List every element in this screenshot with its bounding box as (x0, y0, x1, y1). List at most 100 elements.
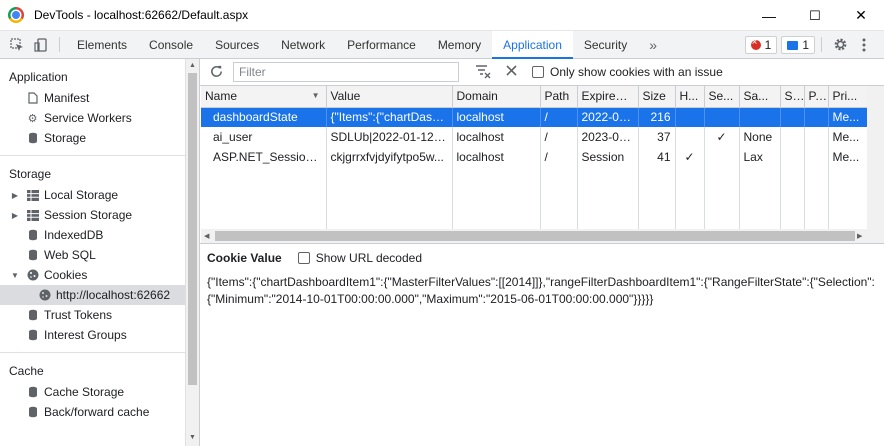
sidebar-item-cookies-origin[interactable]: http://localhost:62662 (0, 285, 185, 305)
toolbar-separator (821, 37, 822, 52)
errors-count: 1 (764, 38, 772, 52)
cookie-value-header: Cookie Value Show URL decoded (207, 251, 422, 265)
collapse-arrow-icon[interactable]: ▼ (10, 271, 20, 280)
column-header[interactable]: P... (804, 86, 829, 108)
tab-memory[interactable]: Memory (427, 31, 492, 58)
sidebar-section-cache: Cache (9, 364, 44, 378)
error-icon (750, 37, 761, 50)
sidebar-item-service-workers[interactable]: ⚙ Service Workers (0, 108, 185, 128)
sidebar-scrollbar[interactable]: ▲ ▼ (185, 59, 199, 446)
show-url-decoded-checkbox[interactable] (297, 252, 310, 264)
table-cell (804, 147, 829, 167)
column-header[interactable]: S... (780, 86, 805, 108)
column-header[interactable]: Expires ... (577, 86, 639, 108)
errors-badge[interactable]: 1 (744, 36, 778, 54)
gear-icon: ⚙ (27, 112, 38, 125)
message-icon (787, 40, 799, 50)
messages-badge[interactable]: 1 (781, 36, 815, 54)
table-vertical-scrollbar[interactable] (867, 86, 884, 243)
scroll-left-arrow-icon[interactable]: ◀ (204, 232, 209, 240)
tab-elements[interactable]: Elements (66, 31, 138, 58)
maximize-button[interactable]: ☐ (792, 0, 838, 31)
tab-performance[interactable]: Performance (336, 31, 427, 58)
table-row[interactable]: ASP.NET_SessionId ckjgrrxfvjdyifytpo5w...… (201, 147, 867, 167)
scroll-down-arrow-icon[interactable]: ▼ (189, 434, 196, 441)
column-header[interactable]: Path (540, 86, 578, 108)
database-icon (26, 249, 39, 261)
sidebar-item-interest-groups[interactable]: Interest Groups (0, 325, 185, 345)
column-header[interactable]: Size (638, 86, 676, 108)
column-header[interactable]: Sa... (739, 86, 781, 108)
table-cell: / (540, 127, 578, 147)
table-body: dashboardState{"Items":{"chartDashboardI… (201, 107, 867, 243)
sidebar-item-manifest[interactable]: Manifest (0, 88, 185, 108)
cookie-icon (38, 289, 51, 301)
filter-input[interactable] (233, 62, 459, 82)
sidebar-scrollbar-thumb[interactable] (188, 73, 197, 385)
table-cell: None (739, 127, 781, 147)
table-cell: 41 (638, 147, 676, 167)
clear-filtered-cookies-icon[interactable] (475, 64, 491, 82)
column-header[interactable]: Value (326, 86, 453, 108)
inspect-element-icon[interactable] (5, 31, 29, 58)
table-cell: 2023-01... (577, 127, 639, 147)
database-icon (26, 309, 39, 321)
column-header[interactable]: Domain (452, 86, 541, 108)
refresh-icon[interactable] (209, 64, 224, 82)
column-header[interactable]: Se... (704, 86, 740, 108)
tab-sources[interactable]: Sources (204, 31, 270, 58)
sidebar-item-indexeddb[interactable]: IndexedDB (0, 225, 185, 245)
expand-arrow-icon[interactable]: ▶ (10, 191, 20, 200)
scroll-right-arrow-icon[interactable]: ▶ (857, 232, 862, 240)
grid-icon (26, 209, 39, 221)
table-row[interactable]: dashboardState{"Items":{"chartDashboardI… (201, 107, 867, 127)
tab-console[interactable]: Console (138, 31, 204, 58)
table-cell (704, 107, 740, 127)
minimize-button[interactable]: — (746, 0, 792, 31)
devtools-toolbar: Elements Console Sources Network Perform… (0, 31, 884, 59)
table-cell (780, 107, 805, 127)
column-header[interactable]: Name ▼ (201, 86, 327, 108)
table-cell: localhost (452, 147, 541, 167)
only-issues-label: Only show cookies with an issue (550, 65, 723, 79)
table-cell (780, 147, 805, 167)
table-cell: Session (577, 147, 639, 167)
sidebar-item-back-forward-cache[interactable]: Back/forward cache (0, 402, 185, 422)
sidebar-item-web-sql[interactable]: Web SQL (0, 245, 185, 265)
cookie-icon (26, 269, 39, 281)
clear-all-cookies-icon[interactable] (505, 64, 518, 80)
table-cell (804, 107, 829, 127)
table-horizontal-scrollbar[interactable]: ◀ ▶ (201, 229, 867, 243)
more-options-icon[interactable] (852, 31, 876, 58)
sidebar-item-cache-storage[interactable]: Cache Storage (0, 382, 185, 402)
table-cell: Lax (739, 147, 781, 167)
expand-arrow-icon[interactable]: ▶ (10, 211, 20, 220)
settings-gear-icon[interactable] (828, 31, 852, 58)
scroll-up-arrow-icon[interactable]: ▲ (189, 62, 196, 69)
document-icon (26, 92, 39, 104)
table-cell: / (540, 107, 578, 127)
more-tabs-button[interactable]: » (638, 31, 668, 58)
sidebar-item-session-storage[interactable]: ▶ Session Storage (0, 205, 185, 225)
cookies-filter-bar: Only show cookies with an issue (200, 59, 884, 86)
sidebar-item-cookies[interactable]: ▼ Cookies (0, 265, 185, 285)
column-header[interactable]: H... (675, 86, 705, 108)
table-cell: dashboardState (201, 107, 327, 127)
table-cell: ✓ (704, 127, 740, 147)
tab-application[interactable]: Application (492, 31, 573, 59)
table-horizontal-scrollbar-thumb[interactable] (215, 231, 855, 241)
sidebar-item-storage[interactable]: Storage (0, 128, 185, 148)
table-row[interactable]: ai_user SDLUb|2022-01-12T... localhost/202… (201, 127, 867, 147)
sidebar-item-local-storage[interactable]: ▶ Local Storage (0, 185, 185, 205)
tab-network[interactable]: Network (270, 31, 336, 58)
sidebar-item-trust-tokens[interactable]: Trust Tokens (0, 305, 185, 325)
close-button[interactable]: ✕ (838, 0, 884, 31)
column-header[interactable]: Pri... (828, 86, 867, 108)
table-cell (804, 127, 829, 147)
device-toolbar-icon[interactable] (29, 31, 53, 58)
grid-icon (26, 189, 39, 201)
database-icon (26, 329, 39, 341)
table-header-row: Name ▼ Value Domain Path Expires ... Size H... S… (201, 86, 867, 108)
tab-security[interactable]: Security (573, 31, 638, 58)
only-issues-checkbox[interactable] (532, 66, 544, 78)
